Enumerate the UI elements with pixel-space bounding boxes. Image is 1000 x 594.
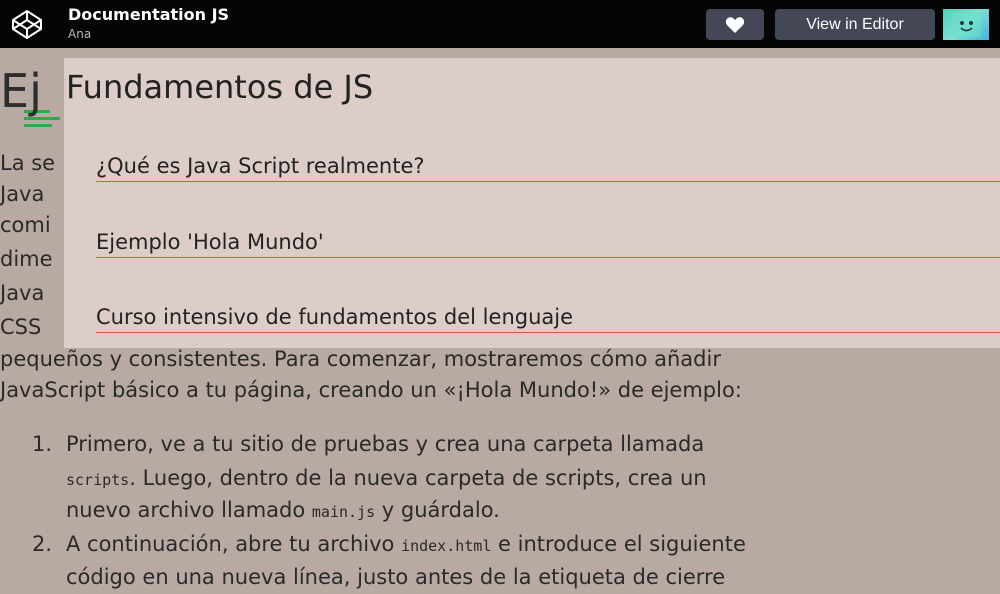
- list-text: A continuación, abre tu archivo: [66, 532, 402, 556]
- paragraph-fragment: Java: [0, 281, 45, 305]
- list-number: 1.: [32, 432, 53, 456]
- nav-link-curso-intensivo[interactable]: Curso intensivo de fundamentos del lengu…: [96, 303, 1000, 333]
- list-item: nuevo archivo llamado main.js y guárdalo…: [66, 494, 500, 529]
- list-text: Primero, ve a tu sitio de pruebas y crea…: [66, 432, 705, 456]
- avatar[interactable]: [943, 9, 989, 40]
- list-number: 2.: [32, 532, 53, 556]
- list-item: código en una nueva línea, justo antes d…: [66, 561, 725, 594]
- list-text: nuevo archivo llamado: [66, 498, 312, 522]
- codepen-logo-icon[interactable]: [10, 8, 44, 40]
- list-item: scripts. Luego, dentro de la nueva carpe…: [66, 462, 707, 497]
- inline-code: scripts: [66, 471, 130, 489]
- paragraph-fragment: dime: [0, 247, 53, 271]
- list-text: código en una nueva línea, justo antes d…: [66, 565, 726, 589]
- nav-panel: Fundamentos de JS ¿Qué es Java Script re…: [64, 58, 1000, 348]
- paragraph-line: JavaScript básico a tu página, creando u…: [0, 378, 742, 402]
- nav-link-que-es-js[interactable]: ¿Qué es Java Script realmente?: [96, 152, 1000, 182]
- paragraph-fragment: La se: [0, 151, 56, 175]
- inline-code: index.html: [401, 537, 492, 555]
- pen-title[interactable]: Documentation JS: [68, 5, 229, 24]
- paragraph-fragment: CSS: [0, 315, 42, 339]
- list-item: A continuación, abre tu archivo index.ht…: [66, 528, 746, 563]
- list-item: Primero, ve a tu sitio de pruebas y crea…: [66, 428, 704, 461]
- article-heading: Ej: [0, 64, 42, 118]
- paragraph-fragment: Java: [0, 182, 45, 206]
- list-text: . Luego, dentro de la nueva carpeta de s…: [129, 466, 707, 490]
- paragraph-line: pequeños y consistentes. Para comenzar, …: [0, 347, 721, 371]
- pen-author[interactable]: Ana: [68, 27, 91, 41]
- top-bar: Documentation JS Ana View in Editor: [0, 0, 1000, 48]
- list-text: e introduce el siguiente: [491, 532, 746, 556]
- paragraph-fragment: comi: [0, 213, 51, 237]
- inline-code: main.js: [311, 503, 376, 521]
- view-in-editor-button[interactable]: View in Editor: [775, 9, 935, 40]
- heart-button[interactable]: [706, 9, 764, 40]
- heart-icon: [725, 16, 745, 33]
- list-text: y guárdalo.: [375, 498, 500, 522]
- nav-title: Fundamentos de JS: [66, 68, 374, 106]
- nav-link-hola-mundo[interactable]: Ejemplo 'Hola Mundo': [96, 228, 1000, 258]
